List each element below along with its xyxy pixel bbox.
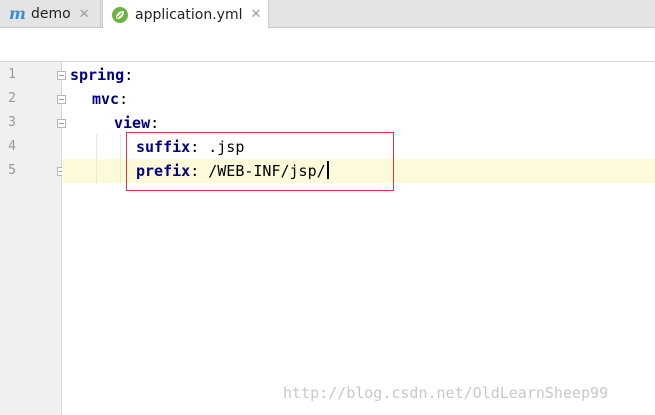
yaml-colon: : [124, 66, 134, 84]
indent-guide [96, 135, 97, 183]
editor-breadcrumb-strip [0, 28, 655, 62]
line-number: 4 [8, 139, 16, 154]
yaml-colon: : [150, 114, 160, 132]
maven-m-icon: m [9, 4, 26, 23]
line-number: 5 [8, 163, 16, 178]
line-number: 2 [8, 91, 16, 106]
tab-application-yml[interactable]: application.yml ✕ [102, 0, 269, 29]
watermark: http://blog.csdn.net/OldLearnSheep99 [283, 384, 609, 402]
tab-demo-label: demo [31, 6, 71, 22]
yaml-colon: : [119, 90, 129, 108]
editor-tab-bar: m demo ✕ application.yml ✕ [0, 0, 655, 29]
close-icon[interactable]: ✕ [79, 7, 90, 22]
indent-guide [120, 135, 121, 183]
code-line-2[interactable]: mvc: [92, 87, 128, 111]
tab-demo[interactable]: m demo ✕ [0, 0, 101, 28]
yaml-key: spring [70, 66, 125, 84]
tab-application-yml-label: application.yml [135, 6, 243, 23]
yaml-key: view [114, 114, 151, 132]
annotation-highlight-box [126, 132, 394, 191]
spring-leaf-icon [111, 6, 129, 24]
yaml-key: mvc [92, 90, 120, 108]
code-line-1[interactable]: spring: [70, 63, 133, 87]
line-number: 1 [8, 67, 16, 82]
line-number: 3 [8, 115, 16, 130]
close-icon[interactable]: ✕ [251, 7, 262, 22]
